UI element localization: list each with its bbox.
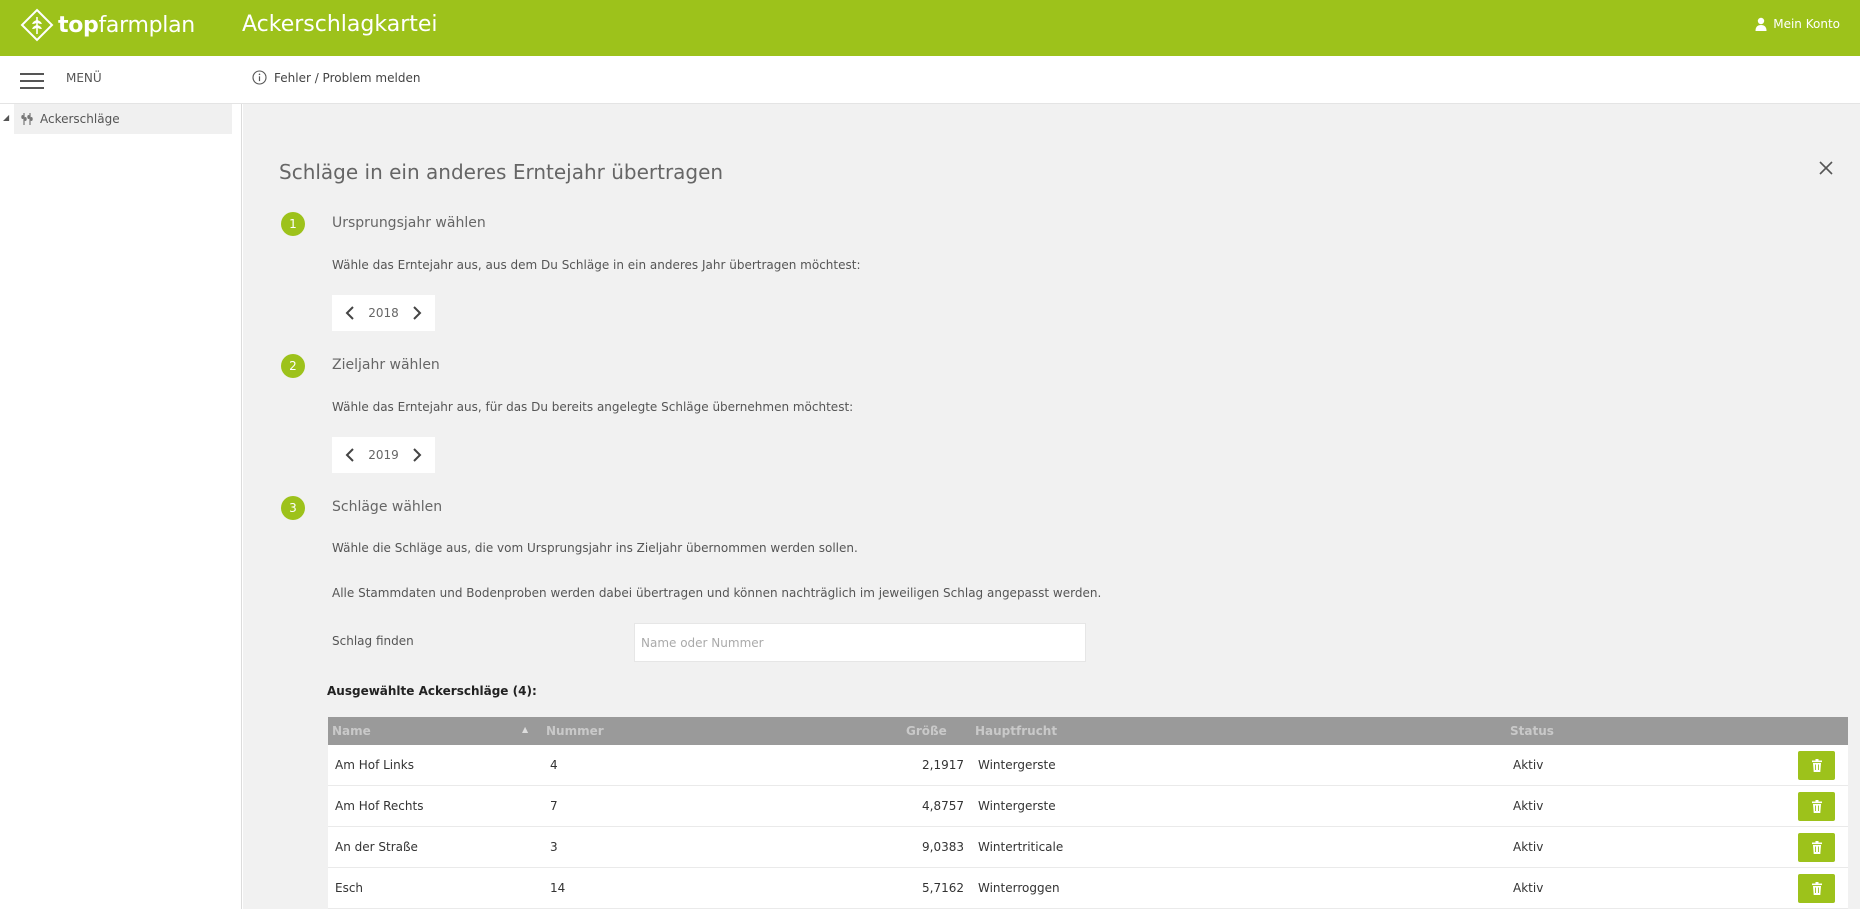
- step-1-title: Ursprungsjahr wählen: [332, 215, 486, 231]
- close-icon[interactable]: [1816, 158, 1836, 178]
- cell-name: Am Hof Rechts: [335, 799, 424, 813]
- source-year-value: 2018: [368, 306, 399, 320]
- info-icon: [252, 70, 267, 85]
- target-year-value: 2019: [368, 448, 399, 462]
- step-1-description: Wähle das Erntejahr aus, aus dem Du Schl…: [332, 258, 861, 272]
- next-year-icon[interactable]: [409, 447, 425, 463]
- search-label: Schlag finden: [332, 634, 414, 648]
- column-header-status[interactable]: Status: [1510, 724, 1554, 738]
- selected-fields-table: Name ▲ Nummer Größe Hauptfrucht Status A…: [328, 717, 1848, 909]
- cell-hauptfrucht: Wintertriticale: [978, 840, 1064, 854]
- previous-year-icon[interactable]: [342, 447, 358, 463]
- wheat-logo-icon: [20, 8, 54, 42]
- menu-label[interactable]: MENÜ: [66, 71, 102, 85]
- cell-groesse: 9,0383: [922, 840, 964, 854]
- delete-button[interactable]: [1798, 874, 1835, 903]
- step-2-description: Wähle das Erntejahr aus, für das Du bere…: [332, 400, 854, 414]
- delete-button[interactable]: [1798, 833, 1835, 862]
- sidebar-item-ackerschlaege[interactable]: Ackerschläge: [14, 104, 232, 134]
- sidebar: [0, 104, 242, 909]
- step-1-badge: 1: [281, 212, 305, 236]
- cell-groesse: 4,8757: [922, 799, 964, 813]
- cell-nummer: 14: [550, 881, 566, 895]
- cell-nummer: 3: [550, 840, 558, 854]
- column-header-nummer[interactable]: Nummer: [546, 724, 604, 738]
- cell-nummer: 4: [550, 758, 558, 772]
- previous-year-icon[interactable]: [342, 305, 358, 321]
- table-row[interactable]: Am Hof Rechts 7 4,8757 Wintergerste Akti…: [328, 786, 1848, 827]
- report-problem-link[interactable]: Fehler / Problem melden: [252, 70, 420, 85]
- step-2-title: Zieljahr wählen: [332, 357, 440, 373]
- cell-groesse: 2,1917: [922, 758, 964, 772]
- trash-icon: [1811, 841, 1822, 854]
- cell-groesse: 5,7162: [922, 881, 964, 895]
- table-header: Name ▲ Nummer Größe Hauptfrucht Status: [328, 717, 1848, 745]
- step-2-badge: 2: [281, 354, 305, 378]
- step-3-description: Wähle die Schläge aus, die vom Ursprungs…: [332, 541, 858, 555]
- sidebar-item-label: Ackerschläge: [40, 112, 120, 126]
- next-year-icon[interactable]: [409, 305, 425, 321]
- logo[interactable]: topfarmplan: [20, 8, 195, 42]
- account-label: Mein Konto: [1773, 17, 1840, 31]
- cell-nummer: 7: [550, 799, 558, 813]
- cell-status: Aktiv: [1513, 840, 1544, 854]
- cell-hauptfrucht: Winterroggen: [978, 881, 1060, 895]
- cell-name: Am Hof Links: [335, 758, 414, 772]
- trash-icon: [1811, 800, 1822, 813]
- field-crop-icon: [21, 113, 33, 125]
- top-bar: topfarmplan Ackerschlagkartei Mein Konto: [0, 0, 1860, 56]
- user-icon: [1755, 17, 1767, 31]
- step-3-badge: 3: [281, 496, 305, 520]
- account-menu[interactable]: Mein Konto: [1755, 17, 1840, 31]
- sort-ascending-icon[interactable]: ▲: [522, 725, 528, 734]
- panel-title: Schläge in ein anderes Erntejahr übertra…: [279, 160, 724, 184]
- table-row[interactable]: An der Straße 3 9,0383 Wintertriticale A…: [328, 827, 1848, 868]
- table-row[interactable]: Am Hof Links 4 2,1917 Wintergerste Aktiv: [328, 745, 1848, 786]
- column-header-hauptfrucht[interactable]: Hauptfrucht: [975, 724, 1057, 738]
- delete-button[interactable]: [1798, 751, 1835, 780]
- trash-icon: [1811, 882, 1822, 895]
- report-problem-label: Fehler / Problem melden: [274, 70, 421, 85]
- step-3-note: Alle Stammdaten und Bodenproben werden d…: [332, 586, 1102, 600]
- delete-button[interactable]: [1798, 792, 1835, 821]
- sub-bar: MENÜ Fehler / Problem melden: [0, 56, 1860, 104]
- selected-fields-count: Ausgewählte Ackerschläge (4):: [327, 684, 537, 698]
- cell-hauptfrucht: Wintergerste: [978, 799, 1056, 813]
- cell-status: Aktiv: [1513, 799, 1544, 813]
- cell-name: An der Straße: [335, 840, 418, 854]
- logo-text: topfarmplan: [58, 12, 195, 38]
- target-year-picker: 2019: [332, 437, 435, 473]
- menu-hamburger-icon[interactable]: [20, 70, 44, 90]
- tree-expand-icon[interactable]: ◢: [3, 113, 9, 122]
- column-header-groesse[interactable]: Größe: [906, 724, 947, 738]
- step-3-title: Schläge wählen: [332, 499, 443, 515]
- cell-status: Aktiv: [1513, 758, 1544, 772]
- table-row[interactable]: Esch 14 5,7162 Winterroggen Aktiv: [328, 868, 1848, 909]
- column-header-name[interactable]: Name: [332, 724, 371, 738]
- app-title: Ackerschlagkartei: [242, 12, 438, 37]
- source-year-picker: 2018: [332, 295, 435, 331]
- cell-hauptfrucht: Wintergerste: [978, 758, 1056, 772]
- trash-icon: [1811, 759, 1822, 772]
- cell-status: Aktiv: [1513, 881, 1544, 895]
- cell-name: Esch: [335, 881, 364, 895]
- search-input[interactable]: [634, 623, 1086, 662]
